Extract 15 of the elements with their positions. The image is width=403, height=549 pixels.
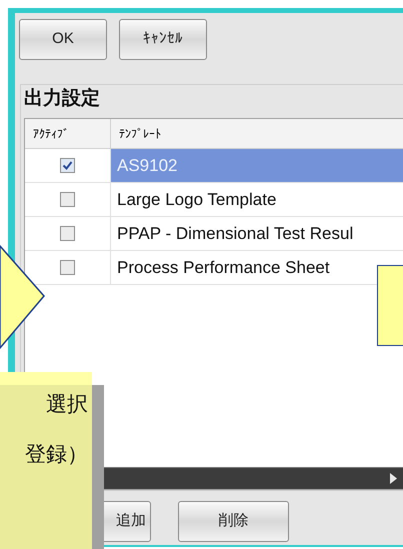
- note-text: 登録）: [25, 442, 88, 468]
- column-header[interactable]: ｱｸﾃｨﾌﾞ: [25, 119, 111, 148]
- template-cell[interactable]: Large Logo Template: [111, 183, 403, 216]
- dialog-button[interactable]: 削除: [178, 501, 289, 542]
- column-header[interactable]: ﾃﾝﾌﾟﾚｰﾄ: [111, 119, 403, 148]
- checkbox[interactable]: [60, 260, 75, 275]
- right-arrow-icon[interactable]: [390, 473, 397, 484]
- template-cell[interactable]: PPAP - Dimensional Test Resul: [111, 217, 403, 250]
- checkbox[interactable]: [60, 158, 75, 173]
- note-text: 選択: [46, 392, 88, 418]
- dialog-button[interactable]: OK: [19, 19, 107, 60]
- checkbox[interactable]: [60, 192, 75, 207]
- group-title: 出力設定: [24, 86, 101, 111]
- dialog-button[interactable]: ｷｬﾝｾﾙ: [119, 19, 207, 60]
- checkbox[interactable]: [60, 226, 75, 241]
